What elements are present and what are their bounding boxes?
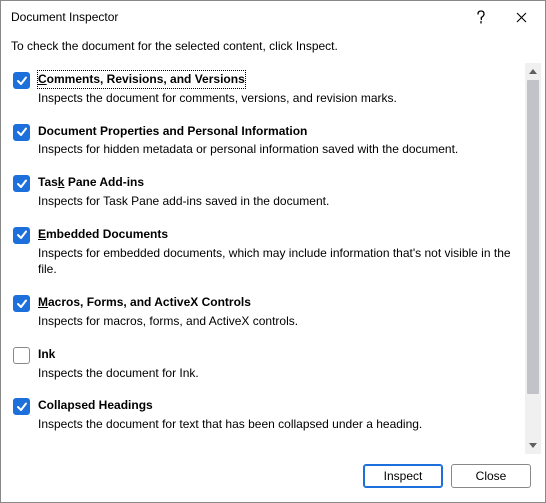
inspection-item: Document Properties and Personal Informa…: [11, 115, 516, 167]
item-label[interactable]: Document Properties and Personal Informa…: [38, 123, 307, 140]
inspection-item: Task Pane Add-ins Inspects for Task Pane …: [11, 166, 516, 218]
content-area: Comments, Revisions, and Versions Inspect…: [1, 63, 545, 454]
item-description: Inspects for Task Pane add-ins saved in …: [38, 193, 514, 210]
inspection-item: Macros, Forms, and ActiveX Controls Inspe…: [11, 286, 516, 338]
vertical-scrollbar[interactable]: [524, 63, 541, 454]
item-body: Document Properties and Personal Informa…: [38, 123, 514, 159]
inspect-button-label: Inspect: [384, 469, 423, 483]
close-window-button[interactable]: [501, 3, 541, 31]
checkbox[interactable]: [13, 175, 30, 192]
close-button-label: Close: [476, 469, 507, 483]
item-body: Task Pane Add-ins Inspects for Task Pane …: [38, 174, 514, 210]
item-label[interactable]: Comments, Revisions, and Versions: [38, 71, 245, 88]
scrollbar-track[interactable]: [525, 80, 541, 437]
inspection-list: Comments, Revisions, and Versions Inspect…: [11, 63, 524, 454]
item-description: Inspects for embedded documents, which m…: [38, 245, 514, 279]
checkbox[interactable]: [13, 295, 30, 312]
checkbox[interactable]: [13, 227, 30, 244]
item-description: Inspects for hidden metadata or personal…: [38, 141, 514, 158]
dialog-title: Document Inspector: [11, 10, 461, 24]
checkbox[interactable]: [13, 124, 30, 141]
scroll-down-arrow-icon[interactable]: [525, 437, 542, 454]
item-description: Inspects the document for comments, vers…: [38, 90, 514, 107]
inspection-item: Embedded Documents Inspects for embedded …: [11, 218, 516, 286]
item-body: Comments, Revisions, and Versions Inspect…: [38, 71, 514, 107]
close-button[interactable]: Close: [451, 464, 531, 488]
inspect-button[interactable]: Inspect: [363, 464, 443, 488]
item-label[interactable]: Ink: [38, 346, 55, 363]
item-label[interactable]: Embedded Documents: [38, 226, 168, 243]
item-label[interactable]: Macros, Forms, and ActiveX Controls: [38, 294, 251, 311]
item-description: Inspects the document for text that has …: [38, 416, 514, 433]
checkbox[interactable]: [13, 347, 30, 364]
titlebar: Document Inspector: [1, 1, 545, 33]
item-description: Inspects for macros, forms, and ActiveX …: [38, 313, 514, 330]
inspection-item: Collapsed Headings Inspects the document …: [11, 389, 516, 441]
scrollbar-thumb[interactable]: [527, 80, 539, 394]
inspection-item: Ink Inspects the document for Ink.: [11, 338, 516, 390]
scroll-up-arrow-icon[interactable]: [525, 63, 542, 80]
item-label[interactable]: Task Pane Add-ins: [38, 174, 144, 191]
item-body: Ink Inspects the document for Ink.: [38, 346, 514, 382]
item-body: Macros, Forms, and ActiveX Controls Inspe…: [38, 294, 514, 330]
instruction-text: To check the document for the selected c…: [1, 33, 545, 63]
item-body: Collapsed Headings Inspects the document …: [38, 397, 514, 433]
item-description: Inspects the document for Ink.: [38, 365, 514, 382]
document-inspector-dialog: Document Inspector To check the document…: [0, 0, 546, 503]
item-body: Embedded Documents Inspects for embedded …: [38, 226, 514, 278]
close-icon: [516, 12, 527, 23]
checkbox[interactable]: [13, 398, 30, 415]
checkbox[interactable]: [13, 72, 30, 89]
footer: Inspect Close: [1, 454, 545, 502]
item-label[interactable]: Collapsed Headings: [38, 397, 153, 414]
help-button[interactable]: [461, 3, 501, 31]
help-icon: [476, 10, 486, 24]
inspection-item: Comments, Revisions, and Versions Inspect…: [11, 63, 516, 115]
